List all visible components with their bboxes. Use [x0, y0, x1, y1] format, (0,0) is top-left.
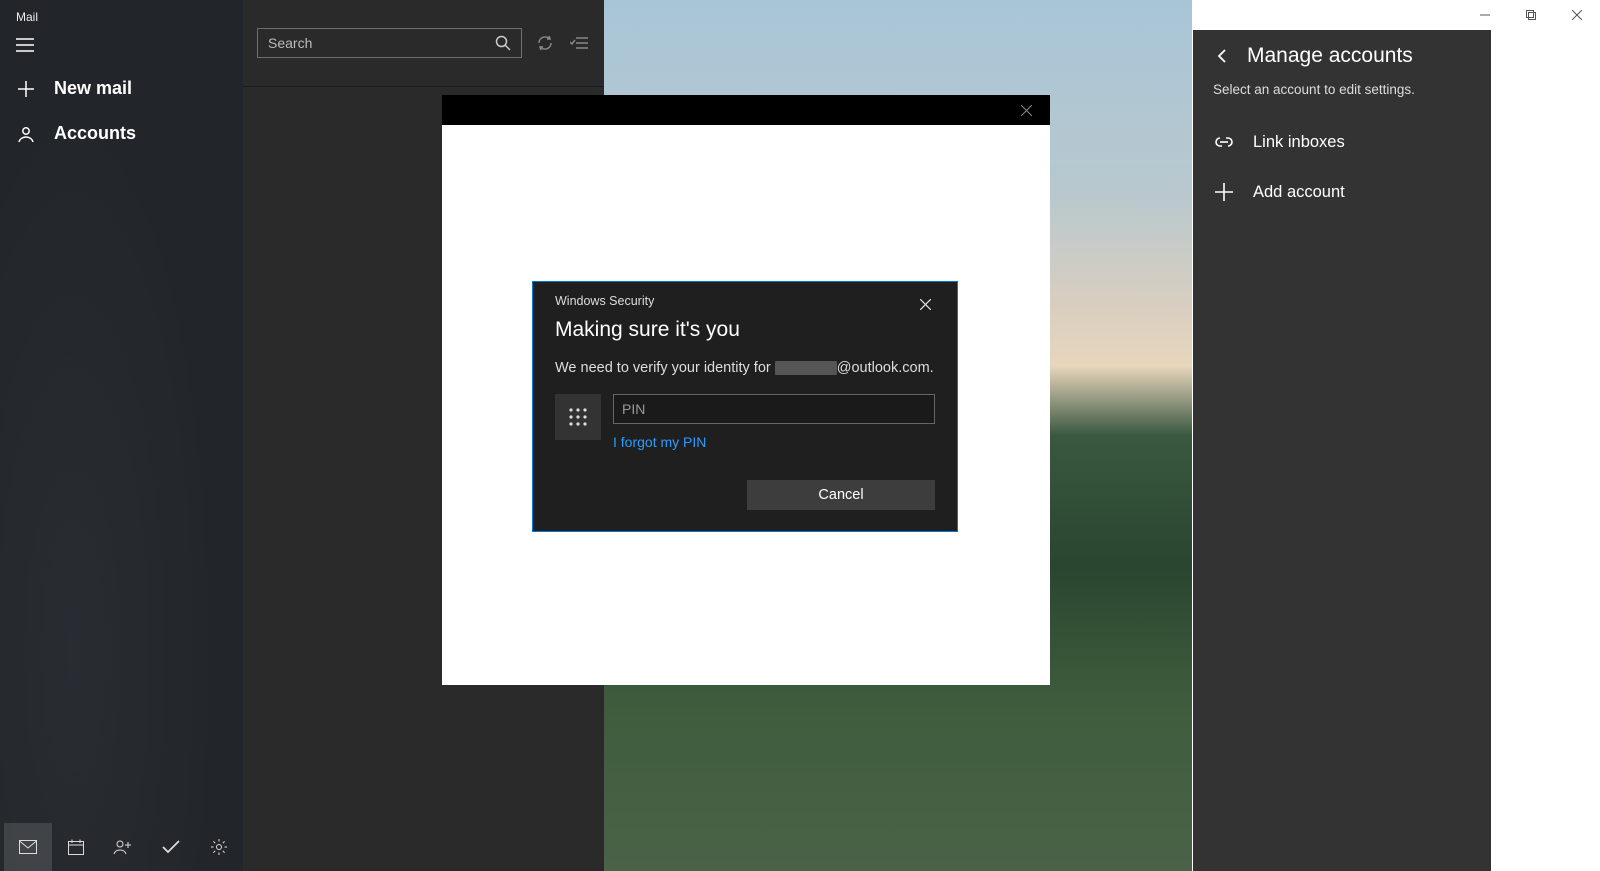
search-box[interactable]	[257, 28, 522, 58]
hamburger-button[interactable]	[0, 24, 243, 66]
flyout-title: Manage accounts	[1247, 44, 1413, 68]
link-icon	[1213, 131, 1235, 153]
search-icon[interactable]	[495, 35, 511, 51]
accounts-label: Accounts	[54, 123, 136, 144]
link-inboxes-label: Link inboxes	[1253, 133, 1345, 152]
calendar-icon[interactable]	[52, 823, 100, 871]
window-minimize-button[interactable]	[1462, 0, 1508, 30]
manage-accounts-flyout: Manage accounts Select an account to edi…	[1193, 30, 1491, 871]
pin-input[interactable]	[613, 394, 935, 424]
cancel-button[interactable]: Cancel	[747, 480, 935, 510]
window-close-button[interactable]	[1554, 0, 1600, 30]
new-mail-button[interactable]: New mail	[0, 66, 243, 111]
folder-sidebar: Mail New mail Accounts	[0, 0, 243, 871]
security-close-button[interactable]	[915, 294, 935, 314]
add-account-item[interactable]: Add account	[1213, 167, 1471, 217]
window-maximize-button[interactable]	[1508, 0, 1554, 30]
plus-icon	[16, 79, 36, 99]
selection-mode-icon[interactable]	[568, 32, 590, 54]
todo-icon[interactable]	[147, 823, 195, 871]
flyout-subtitle: Select an account to edit settings.	[1213, 78, 1471, 117]
refresh-icon[interactable]	[534, 32, 556, 54]
window-controls	[1462, 0, 1600, 30]
dialog-close-button[interactable]	[1006, 95, 1046, 125]
search-input[interactable]	[268, 35, 495, 51]
person-icon	[16, 124, 36, 144]
dialog-titlebar	[442, 95, 1050, 125]
security-body: We need to verify your identity for @out…	[555, 360, 935, 376]
gear-icon[interactable]	[195, 823, 243, 871]
redacted-email-local	[775, 361, 837, 375]
security-title: Making sure it's you	[555, 318, 935, 342]
people-icon[interactable]	[100, 823, 148, 871]
back-button[interactable]	[1213, 46, 1233, 66]
security-body-suffix: @outlook.com.	[837, 360, 934, 376]
sidebar-bottom-bar	[0, 823, 243, 871]
search-toolbar	[243, 0, 604, 87]
plus-icon	[1213, 181, 1235, 203]
forgot-pin-link[interactable]: I forgot my PIN	[613, 434, 706, 450]
add-account-label: Add account	[1253, 183, 1345, 202]
link-inboxes-item[interactable]: Link inboxes	[1213, 117, 1471, 167]
new-mail-label: New mail	[54, 78, 132, 99]
right-strip	[1491, 0, 1600, 871]
security-caption: Windows Security	[555, 294, 654, 308]
app-title: Mail	[0, 0, 243, 24]
accounts-nav-item[interactable]: Accounts	[0, 111, 243, 156]
windows-security-dialog: Windows Security Making sure it's you We…	[532, 281, 958, 532]
mail-icon[interactable]	[4, 823, 52, 871]
pin-pad-icon	[555, 394, 601, 440]
security-body-prefix: We need to verify your identity for	[555, 360, 775, 376]
